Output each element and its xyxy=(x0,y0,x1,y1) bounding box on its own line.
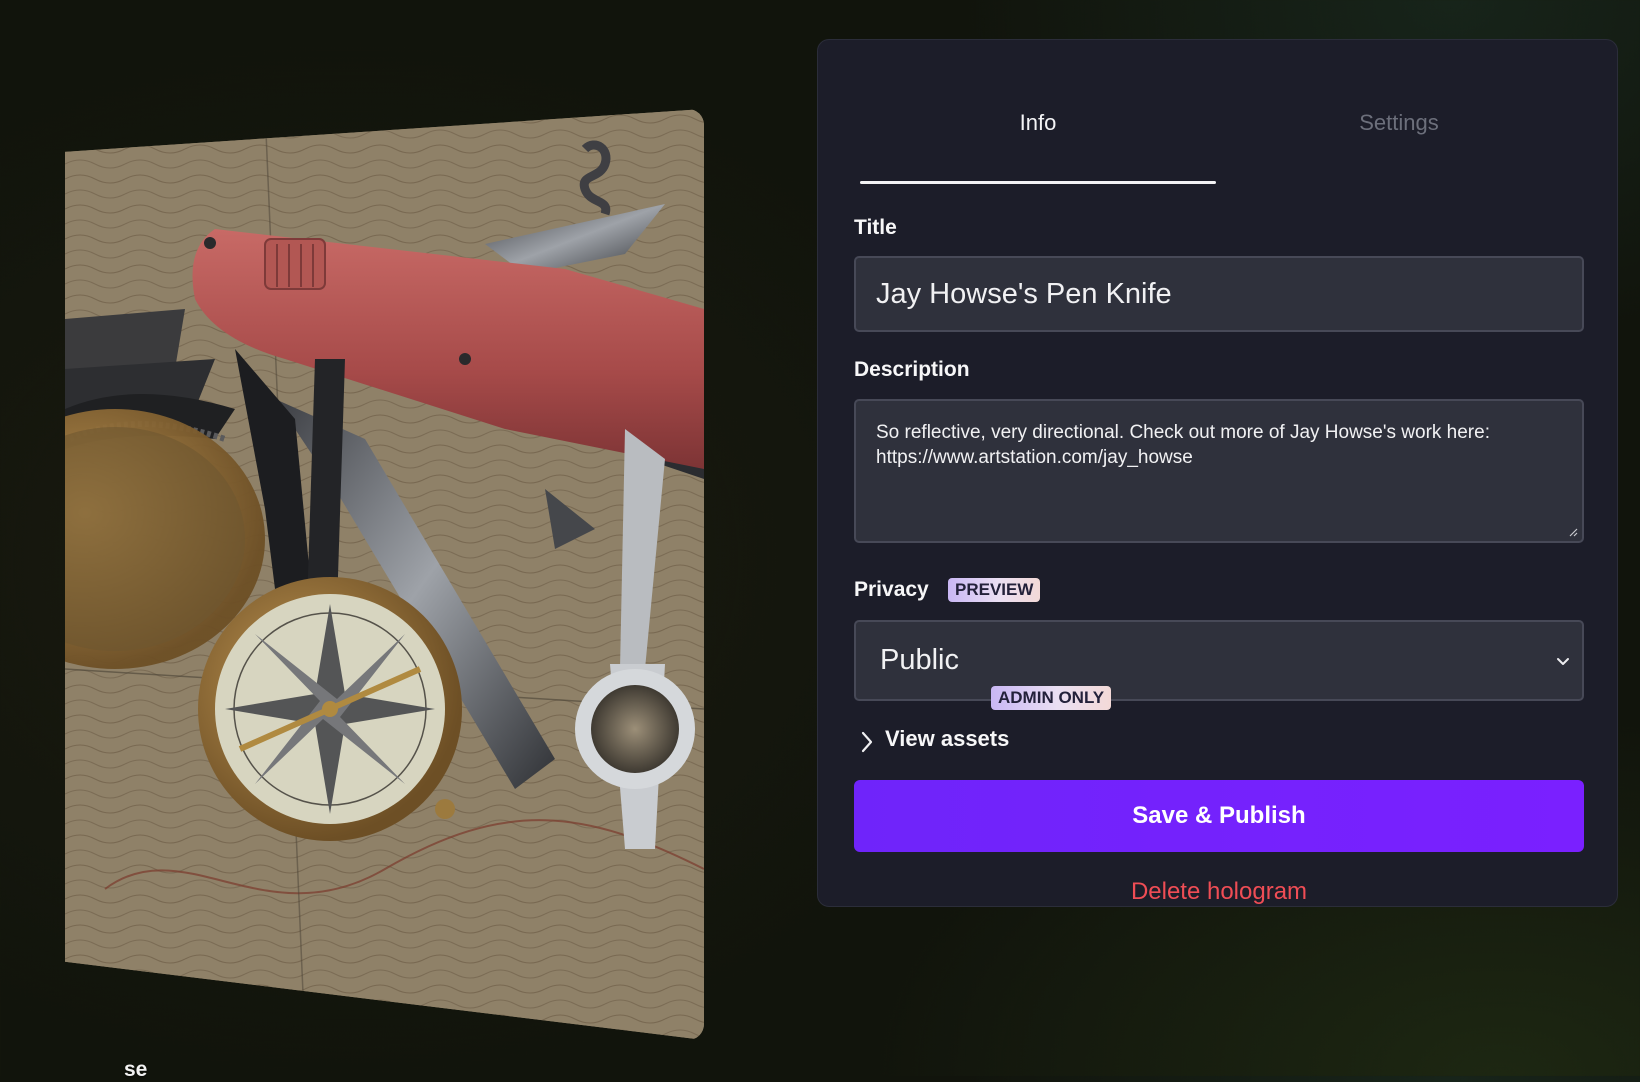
title-label: Title xyxy=(854,216,897,239)
description-textarea[interactable]: So reflective, very directional. Check o… xyxy=(854,399,1584,543)
delete-hologram-link[interactable]: Delete hologram xyxy=(854,878,1584,906)
preview-badge: PREVIEW xyxy=(948,578,1041,602)
title-input[interactable]: Jay Howse's Pen Knife xyxy=(854,256,1584,332)
preview-image xyxy=(65,109,704,1040)
view-assets-toggle[interactable]: View assets xyxy=(858,723,1188,759)
privacy-select-value: Public xyxy=(880,644,959,676)
description-text: So reflective, very directional. Check o… xyxy=(876,422,1490,468)
active-tab-indicator xyxy=(860,181,1216,184)
pen-knife-illustration xyxy=(65,109,704,1040)
tab-info[interactable]: Info xyxy=(860,95,1216,185)
tab-bar: Info Settings xyxy=(860,95,1582,185)
chevron-down-icon xyxy=(1557,658,1569,665)
save-publish-button[interactable]: Save & Publish xyxy=(854,780,1584,852)
preview-caption: se xyxy=(124,1058,148,1081)
tab-settings[interactable]: Settings xyxy=(1221,95,1577,185)
resize-grip-icon[interactable] xyxy=(1568,527,1578,537)
privacy-label: Privacy xyxy=(854,578,929,601)
view-assets-label: View assets xyxy=(885,726,1010,751)
chevron-right-icon xyxy=(861,731,873,753)
hologram-preview[interactable]: se xyxy=(60,100,710,1081)
hologram-edit-panel: Info Settings Title Jay Howse's Pen Knif… xyxy=(817,39,1618,907)
admin-only-badge: ADMIN ONLY xyxy=(991,686,1112,710)
description-label: Description xyxy=(854,358,970,381)
privacy-select[interactable]: Public xyxy=(854,620,1584,701)
delete-hologram-label: Delete hologram xyxy=(1130,878,1308,905)
